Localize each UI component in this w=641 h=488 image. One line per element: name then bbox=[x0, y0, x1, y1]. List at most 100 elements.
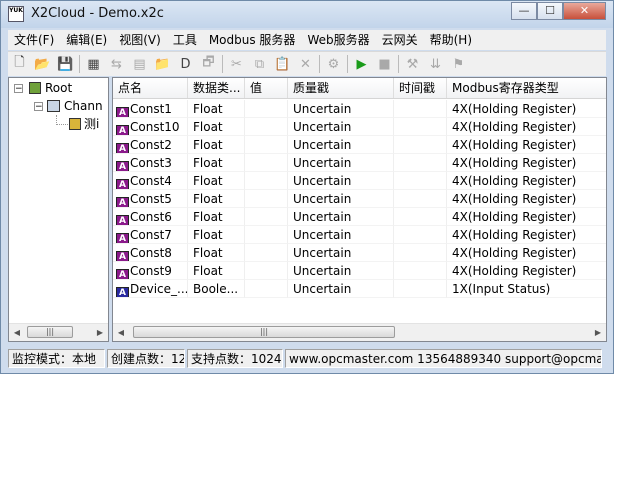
maximize-button[interactable]: ☐ bbox=[537, 2, 563, 20]
scroll-left-arrow-icon[interactable]: ◀ bbox=[9, 324, 25, 341]
list-horizontal-scrollbar[interactable]: ◀ ||| ▶ bbox=[113, 323, 606, 341]
column-header[interactable]: 值 bbox=[245, 78, 288, 98]
config-icon[interactable]: ⚑ bbox=[447, 53, 470, 75]
cell-time bbox=[394, 208, 447, 226]
cell-value bbox=[245, 136, 288, 154]
tag-icon: A bbox=[116, 215, 129, 225]
tree-node-root[interactable]: Root bbox=[29, 79, 72, 97]
table-row[interactable]: A Const5 Float Uncertain 4X(Holding Register… bbox=[113, 190, 606, 208]
close-button[interactable]: ✕ bbox=[563, 2, 606, 20]
tag-name: Const9 bbox=[130, 264, 172, 278]
cell-time bbox=[394, 280, 447, 298]
table-row[interactable]: A Const2 Float Uncertain 4X(Holding Register… bbox=[113, 136, 606, 154]
menu-item[interactable]: 编辑(E) bbox=[60, 30, 113, 50]
channel-arrow-icon[interactable]: ⇆ bbox=[105, 53, 128, 75]
tag-icon: A bbox=[116, 269, 129, 279]
cell-quality: Uncertain bbox=[288, 172, 394, 190]
save-icon[interactable]: 💾 bbox=[54, 53, 77, 75]
new-channel-icon[interactable]: ▦ bbox=[82, 53, 105, 75]
copy-icon[interactable]: ⧉ bbox=[248, 53, 271, 75]
table-row[interactable]: A Device_... Boole... Uncertain 1X(Input Sta… bbox=[113, 280, 606, 298]
scroll-thumb[interactable]: ||| bbox=[133, 326, 395, 338]
status-mode: 监控模式：本地 bbox=[8, 349, 105, 368]
cell-time bbox=[394, 136, 447, 154]
title-bar[interactable]: YUK X2Cloud - Demo.x2c — ☐ ✕ bbox=[1, 1, 613, 28]
scroll-left-arrow-icon[interactable]: ◀ bbox=[113, 324, 129, 341]
cell-quality: Uncertain bbox=[288, 244, 394, 262]
cut-icon[interactable]: ✂ bbox=[225, 53, 248, 75]
root-icon bbox=[29, 82, 41, 94]
tag-name-cell: A Const2 bbox=[113, 136, 188, 154]
column-header[interactable]: 时间戳 bbox=[394, 78, 447, 98]
tag-name: Const2 bbox=[130, 138, 172, 152]
tag-icon: A bbox=[116, 197, 129, 207]
new-file-icon[interactable]: 🗋 bbox=[8, 53, 31, 75]
menu-item[interactable]: 文件(F) bbox=[8, 30, 60, 50]
table-row[interactable]: A Const1 Float Uncertain 4X(Holding Register… bbox=[113, 100, 606, 118]
menu-item[interactable]: 工具 bbox=[167, 30, 203, 50]
scroll-right-arrow-icon[interactable]: ▶ bbox=[92, 324, 108, 341]
cell-value bbox=[245, 280, 288, 298]
toolbar-separator bbox=[79, 55, 80, 73]
cell-quality: Uncertain bbox=[288, 262, 394, 280]
table-row[interactable]: A Const10 Float Uncertain 4X(Holding Registe… bbox=[113, 118, 606, 136]
column-header[interactable]: 数据类... bbox=[188, 78, 245, 98]
load-icon[interactable]: ⇊ bbox=[424, 53, 447, 75]
scroll-right-arrow-icon[interactable]: ▶ bbox=[590, 324, 606, 341]
tree-root-label: Root bbox=[45, 81, 73, 95]
new-tag-icon[interactable]: D bbox=[174, 53, 197, 75]
tree-view[interactable]: − Root − Chann 测i ◀ ||| ▶ bbox=[8, 77, 109, 342]
channel-collapse-toggle[interactable]: − bbox=[34, 102, 43, 112]
menu-item[interactable]: Modbus 服务器 bbox=[203, 30, 302, 50]
tag-icon: A bbox=[116, 233, 129, 243]
tag-icon: A bbox=[116, 179, 129, 189]
cell-modbus: 4X(Holding Register) bbox=[447, 172, 606, 190]
column-header[interactable]: 点名 bbox=[113, 78, 188, 98]
monitor-icon[interactable]: ⚙ bbox=[322, 53, 345, 75]
tag-name: Const3 bbox=[130, 156, 172, 170]
run-icon[interactable]: ▶ bbox=[350, 53, 373, 75]
table-row[interactable]: A Const7 Float Uncertain 4X(Holding Register… bbox=[113, 226, 606, 244]
tools-icon[interactable]: ⚒ bbox=[401, 53, 424, 75]
tree-horizontal-scrollbar[interactable]: ◀ ||| ▶ bbox=[9, 323, 108, 341]
tag-icon: A bbox=[116, 125, 129, 135]
cell-quality: Uncertain bbox=[288, 226, 394, 244]
menu-item[interactable]: 视图(V) bbox=[113, 30, 167, 50]
cell-time bbox=[394, 118, 447, 136]
toolbar-separator bbox=[222, 55, 223, 73]
table-row[interactable]: A Const6 Float Uncertain 4X(Holding Register… bbox=[113, 208, 606, 226]
cell-quality: Uncertain bbox=[288, 208, 394, 226]
tag-list[interactable]: 点名 数据类... 值质量戳 时间戳 Modbus寄存器类型 A Const1 Float U… bbox=[112, 77, 607, 342]
tree-node-device[interactable]: 测i bbox=[69, 115, 99, 133]
minimize-button[interactable]: — bbox=[511, 2, 537, 20]
properties-icon[interactable]: 🗗 bbox=[197, 53, 220, 75]
cell-value bbox=[245, 190, 288, 208]
new-group-icon[interactable]: 📁 bbox=[151, 53, 174, 75]
root-collapse-toggle[interactable]: − bbox=[14, 84, 23, 94]
table-row[interactable]: A Const4 Float Uncertain 4X(Holding Register… bbox=[113, 172, 606, 190]
tree-node-channel[interactable]: Chann bbox=[47, 97, 103, 115]
table-row[interactable]: A Const3 Float Uncertain 4X(Holding Register… bbox=[113, 154, 606, 172]
cell-type: Float bbox=[188, 226, 245, 244]
app-logo-icon: YUK bbox=[8, 6, 24, 22]
cell-type: Boole... bbox=[188, 280, 245, 298]
column-header[interactable]: Modbus寄存器类型 bbox=[447, 78, 606, 98]
column-header[interactable]: 质量戳 bbox=[288, 78, 394, 98]
cell-modbus: 4X(Holding Register) bbox=[447, 118, 606, 136]
table-row[interactable]: A Const8 Float Uncertain 4X(Holding Register… bbox=[113, 244, 606, 262]
device-icon[interactable]: ▤ bbox=[128, 53, 151, 75]
stop-icon[interactable]: ■ bbox=[373, 53, 396, 75]
cell-modbus: 4X(Holding Register) bbox=[447, 100, 606, 118]
cell-time bbox=[394, 100, 447, 118]
table-row[interactable]: A Const9 Float Uncertain 4X(Holding Register… bbox=[113, 262, 606, 280]
scroll-thumb[interactable]: ||| bbox=[27, 326, 73, 338]
tag-name-cell: A Const1 bbox=[113, 100, 188, 118]
menu-item[interactable]: 云网关 bbox=[376, 30, 424, 50]
cell-modbus: 4X(Holding Register) bbox=[447, 190, 606, 208]
paste-icon[interactable]: 📋 bbox=[271, 53, 294, 75]
menu-item[interactable]: Web服务器 bbox=[301, 30, 375, 50]
menu-item[interactable]: 帮助(H) bbox=[424, 30, 478, 50]
open-folder-icon[interactable]: 📂 bbox=[31, 53, 54, 75]
tag-name-cell: A Const8 bbox=[113, 244, 188, 262]
delete-icon[interactable]: ✕ bbox=[294, 53, 317, 75]
